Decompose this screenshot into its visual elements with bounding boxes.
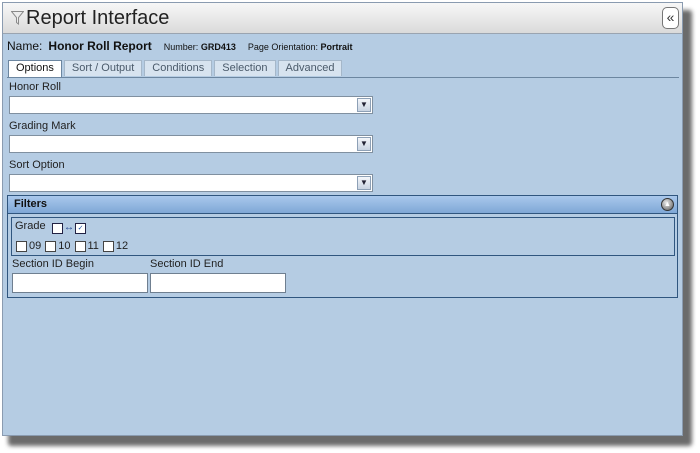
grade-option-10[interactable]: 10: [45, 240, 71, 252]
number-label: Number:: [163, 42, 199, 52]
report-interface-window: Report Interface « Name: Honor Roll Repo…: [2, 2, 683, 436]
grade-option-11[interactable]: 11: [74, 240, 99, 252]
grade-checkboxes: 09 10 11 12: [16, 240, 132, 252]
grade-option-12[interactable]: 12: [102, 240, 129, 252]
grading-mark-label: Grading Mark: [9, 120, 76, 132]
tab-options[interactable]: Options: [8, 60, 62, 78]
report-info-row: Name: Honor Roll Report Number: GRD413 P…: [7, 39, 352, 53]
report-name: Honor Roll Report: [48, 39, 152, 53]
grade-filter-group: Grade ↔ ✓ 09 10 11 12: [11, 217, 675, 256]
grade-checkbox-12[interactable]: [102, 240, 114, 252]
grade-option-09[interactable]: 09: [16, 240, 41, 252]
filters-header[interactable]: Filters ▲: [8, 196, 677, 214]
title-bar: Report Interface «: [3, 3, 682, 34]
page-orientation: Page Orientation: Portrait: [248, 42, 353, 52]
chevron-down-icon[interactable]: ▼: [357, 98, 371, 112]
filters-title: Filters: [14, 198, 48, 210]
double-chevron-left-icon[interactable]: «: [662, 7, 679, 29]
tab-sort-output[interactable]: Sort / Output: [63, 60, 143, 76]
grade-label-11: 11: [87, 240, 99, 252]
chevron-down-icon[interactable]: ▼: [357, 176, 371, 190]
grade-checkbox-10[interactable]: [45, 240, 57, 252]
filters-panel: Filters ▲ Grade ↔ ✓ 09 10 11 12 Section …: [7, 195, 678, 298]
select-none-icon[interactable]: [52, 222, 63, 234]
sort-option-select[interactable]: ▼: [9, 174, 373, 192]
section-id-begin-input[interactable]: [12, 273, 148, 293]
sort-option-label: Sort Option: [9, 159, 65, 171]
name-label: Name:: [7, 39, 43, 53]
tab-advanced[interactable]: Advanced: [277, 60, 343, 76]
tab-bar: Options Sort / Output Conditions Selecti…: [8, 60, 344, 78]
section-id-begin-label: Section ID Begin: [12, 258, 94, 270]
tab-conditions[interactable]: Conditions: [144, 60, 213, 76]
grade-checkbox-09[interactable]: [16, 240, 27, 252]
tab-selection[interactable]: Selection: [214, 60, 276, 76]
grade-label-12: 12: [115, 240, 129, 252]
grade-label-10: 10: [58, 240, 71, 252]
funnel-icon: [11, 11, 24, 25]
number-value: GRD413: [200, 42, 236, 52]
orientation-value: Portrait: [320, 42, 353, 52]
orientation-label: Page Orientation:: [247, 42, 318, 52]
tab-divider: [7, 77, 679, 78]
grading-mark-select[interactable]: ▼: [9, 135, 373, 153]
honor-roll-select[interactable]: ▼: [9, 96, 373, 114]
swap-arrows-icon: ↔: [64, 222, 74, 233]
report-number: Number: GRD413: [164, 42, 236, 52]
grade-label: Grade: [15, 220, 46, 232]
honor-roll-label: Honor Roll: [9, 81, 61, 93]
section-id-end-input[interactable]: [150, 273, 286, 293]
grade-checkbox-11[interactable]: [74, 240, 86, 252]
section-id-end-label: Section ID End: [150, 258, 224, 270]
collapse-circle-icon[interactable]: ▲: [661, 198, 674, 211]
grade-select-toggle: ↔ ✓: [52, 222, 86, 234]
window-title: Report Interface: [26, 7, 170, 29]
grade-label-09: 09: [29, 240, 42, 252]
chevron-down-icon[interactable]: ▼: [357, 137, 371, 151]
select-all-icon[interactable]: ✓: [75, 222, 86, 234]
